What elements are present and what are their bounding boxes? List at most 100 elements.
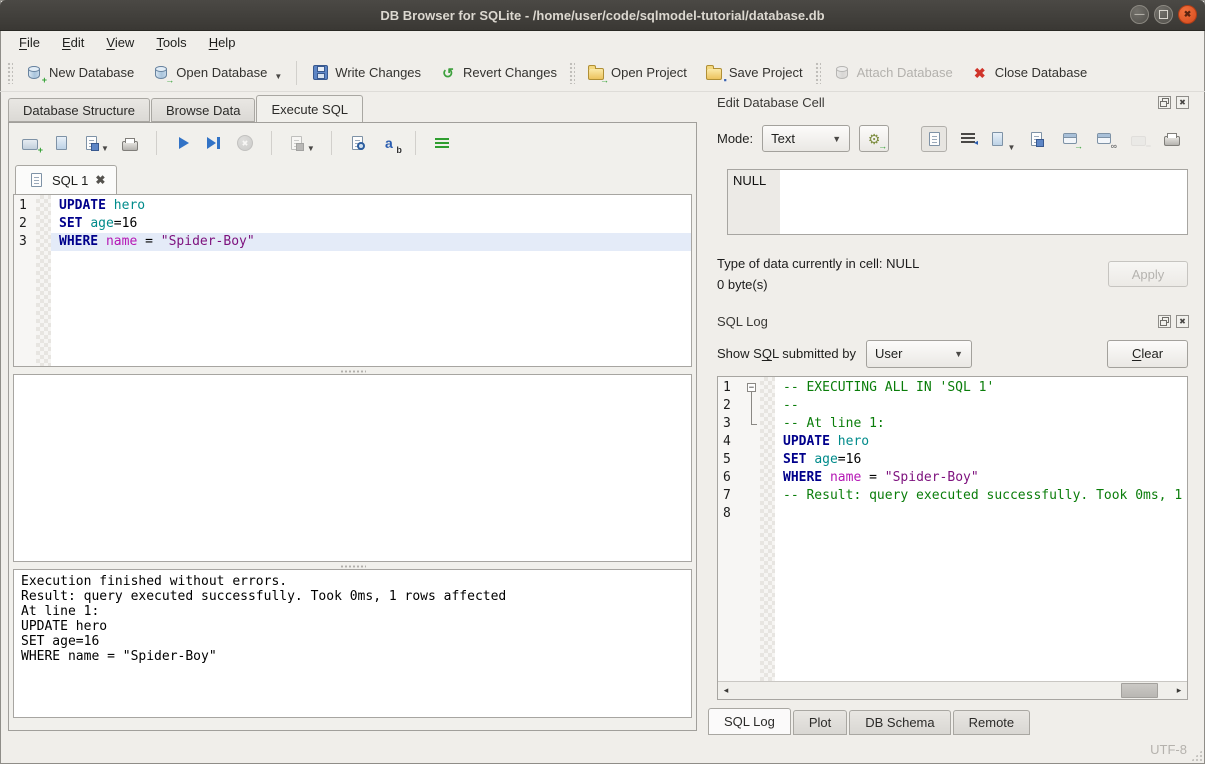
- tab-browse-data[interactable]: Browse Data: [151, 98, 255, 122]
- open-project-button[interactable]: →Open Project: [578, 61, 696, 85]
- open-in-external-button[interactable]: →: [1057, 126, 1083, 152]
- scroll-left-icon[interactable]: ◂: [718, 682, 734, 699]
- execute-all-icon: [174, 135, 192, 151]
- code-line: -- Result: query executed successfully. …: [775, 487, 1187, 505]
- menu-item-edit[interactable]: Edit: [51, 32, 95, 53]
- close-button[interactable]: ✖: [1178, 5, 1197, 24]
- fold-margin[interactable]: [744, 377, 760, 681]
- apply-button[interactable]: Apply: [1108, 261, 1188, 287]
- format-button[interactable]: [432, 133, 452, 153]
- dock-tab-plot[interactable]: Plot: [793, 710, 847, 735]
- sql-log-filter-label: Show SQL submitted by: [717, 346, 856, 361]
- dropdown-caret-icon[interactable]: ▼: [274, 72, 282, 81]
- dropdown-caret-icon[interactable]: ▼: [101, 144, 109, 153]
- word-wrap-icon: [959, 131, 977, 147]
- save-sql-file-icon: [82, 135, 100, 151]
- clear-button[interactable]: Clear: [1107, 340, 1188, 368]
- open-query-tab-icon: +: [21, 135, 39, 151]
- fold-guide-line: [744, 415, 760, 433]
- mode-select[interactable]: Text ▼: [762, 125, 850, 152]
- open-query-tab-button[interactable]: +: [20, 133, 40, 153]
- tab-sql-1[interactable]: SQL 1 ✖: [15, 165, 117, 194]
- revert-changes-button[interactable]: ↺Revert Changes: [430, 61, 566, 85]
- find-button[interactable]: [348, 133, 368, 153]
- sql-log-view[interactable]: 12345678-- EXECUTING ALL IN 'SQL 1'---- …: [718, 377, 1187, 681]
- copy-link-button[interactable]: ∞: [1091, 126, 1117, 152]
- dock-float-icon[interactable]: [1158, 315, 1171, 328]
- export-data-button[interactable]: [1023, 126, 1049, 152]
- fold-collapse-icon[interactable]: [744, 379, 760, 397]
- menu-item-file[interactable]: File: [8, 32, 51, 53]
- toolbar-separator: [415, 131, 416, 155]
- app-window: DB Browser for SQLite - /home/user/code/…: [0, 0, 1205, 764]
- menu-item-help[interactable]: Help: [198, 32, 247, 53]
- splitter-handle[interactable]: [13, 367, 692, 374]
- code-area[interactable]: UPDATE heroSET age=16WHERE name = "Spide…: [51, 195, 691, 366]
- dropdown-caret-icon[interactable]: ▼: [307, 144, 315, 153]
- print-cell-button[interactable]: [1159, 126, 1185, 152]
- dock-close-icon[interactable]: [1176, 315, 1189, 328]
- new-database-icon: +: [25, 65, 43, 81]
- execute-current-line-button[interactable]: [204, 133, 224, 153]
- toolbar-handle[interactable]: [7, 62, 13, 84]
- sql-editor[interactable]: 123UPDATE heroSET age=16WHERE name = "Sp…: [13, 194, 692, 367]
- tab-database-structure[interactable]: Database Structure: [8, 98, 150, 122]
- dock-tab-db-schema[interactable]: DB Schema: [849, 710, 950, 735]
- edit-cell-dock-title: Edit Database Cell: [705, 92, 1197, 112]
- menu-item-tools[interactable]: Tools: [145, 32, 197, 53]
- dock-close-icon[interactable]: [1176, 96, 1189, 109]
- code-area[interactable]: -- EXECUTING ALL IN 'SQL 1'---- At line …: [775, 377, 1187, 681]
- word-wrap-button[interactable]: [955, 126, 981, 152]
- open-sql-file-button[interactable]: [51, 133, 71, 153]
- export-data-icon: [1027, 131, 1045, 147]
- print-cell-icon: [1163, 131, 1181, 147]
- auto-complete-button[interactable]: ab: [379, 133, 399, 153]
- text-mode-button[interactable]: [921, 126, 947, 152]
- save-results-icon: [288, 135, 306, 151]
- results-pane[interactable]: [13, 374, 692, 562]
- print-button[interactable]: [120, 133, 140, 153]
- mode-settings-button[interactable]: ⚙→: [859, 125, 889, 152]
- write-changes-button[interactable]: Write Changes: [302, 61, 430, 85]
- toolbar-separator: [331, 131, 332, 155]
- save-project-button[interactable]: ▪Save Project: [696, 61, 812, 85]
- horizontal-scrollbar[interactable]: ◂ ▸: [718, 681, 1187, 699]
- tab-close-icon[interactable]: ✖: [95, 173, 105, 187]
- open-in-external-icon: →: [1061, 131, 1079, 147]
- execute-all-button[interactable]: [173, 133, 193, 153]
- execute-current-line-icon: [205, 135, 223, 151]
- cell-value-editor[interactable]: NULL: [727, 169, 1188, 235]
- import-data-button[interactable]: ▼: [989, 126, 1015, 152]
- main-tab-bar: Database StructureBrowse DataExecute SQL: [8, 95, 697, 122]
- new-database-button[interactable]: +New Database: [16, 61, 143, 85]
- tab-execute-sql[interactable]: Execute SQL: [256, 95, 363, 122]
- open-database-button[interactable]: →Open Database▼: [143, 61, 291, 85]
- code-line: -- EXECUTING ALL IN 'SQL 1': [775, 379, 1187, 397]
- toolbar-handle[interactable]: [815, 62, 821, 84]
- scroll-right-icon[interactable]: ▸: [1171, 682, 1187, 699]
- scrollbar-thumb[interactable]: [1121, 683, 1158, 698]
- code-line: SET age=16: [775, 451, 1187, 469]
- menu-item-view[interactable]: View: [95, 32, 145, 53]
- editor-margin: [760, 377, 775, 681]
- close-database-label: Close Database: [995, 65, 1088, 80]
- toolbar-handle[interactable]: [569, 62, 575, 84]
- dock-tab-sql-log[interactable]: SQL Log: [708, 708, 791, 735]
- sql-log-filter-select[interactable]: User ▼: [866, 340, 972, 368]
- main-toolbar: +New Database→Open Database▼ Write Change…: [0, 54, 1205, 92]
- resize-grip[interactable]: [1191, 750, 1202, 761]
- minimize-button[interactable]: —: [1130, 5, 1149, 24]
- splitter-handle[interactable]: [13, 562, 692, 569]
- execution-message-pane[interactable]: Execution finished without errors.Result…: [13, 569, 692, 718]
- titlebar[interactable]: DB Browser for SQLite - /home/user/code/…: [0, 0, 1205, 31]
- save-sql-file-button[interactable]: ▼: [82, 133, 109, 153]
- dropdown-caret-icon[interactable]: ▼: [1008, 143, 1016, 152]
- mode-select-value: Text: [771, 131, 795, 146]
- query-tab-bar: SQL 1 ✖: [13, 164, 692, 194]
- dock-tab-remote[interactable]: Remote: [953, 710, 1031, 735]
- gear-icon: ⚙→: [865, 131, 883, 147]
- find-icon: [349, 135, 367, 151]
- dock-float-icon[interactable]: [1158, 96, 1171, 109]
- close-database-button[interactable]: ✖Close Database: [962, 61, 1097, 85]
- maximize-button[interactable]: [1154, 5, 1173, 24]
